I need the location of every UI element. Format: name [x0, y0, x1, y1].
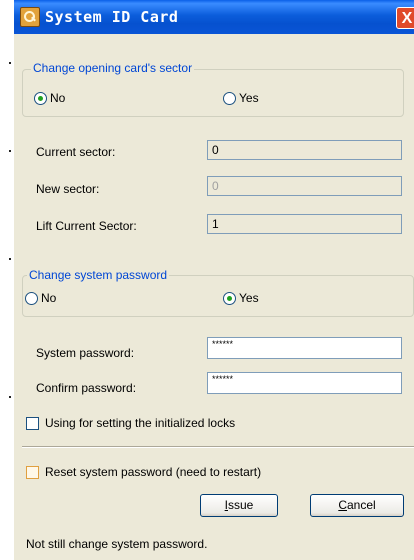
cancel-mnemonic: C	[338, 498, 347, 512]
confirm-password-input[interactable]: ******	[207, 372, 402, 394]
issue-label: ssue	[227, 498, 254, 512]
checkbox-icon	[26, 416, 39, 430]
new-sector-label: New sector:	[36, 182, 100, 196]
sector-yes-label: Yes	[239, 91, 259, 105]
window-title: System ID Card	[45, 8, 179, 26]
checkbox-icon	[26, 465, 39, 479]
background-dot	[9, 150, 11, 152]
status-text: Not still change system password.	[26, 537, 208, 551]
sector-group	[22, 69, 404, 117]
sector-yes-radio[interactable]: Yes	[223, 91, 259, 105]
close-button[interactable]: X	[396, 7, 414, 29]
password-no-label: No	[41, 291, 57, 305]
radio-checked-icon	[34, 91, 47, 105]
lift-current-sector-input[interactable]: 1	[207, 214, 402, 234]
confirm-password-label: Confirm password:	[36, 381, 137, 395]
system-id-card-dialog: System ID Card X Change opening card's s…	[14, 0, 414, 560]
system-password-label: System password:	[36, 346, 135, 360]
sector-group-title: Change opening card's sector	[31, 61, 195, 75]
password-yes-radio[interactable]: Yes	[223, 291, 259, 305]
cancel-label: ancel	[346, 498, 376, 512]
radio-checked-icon	[223, 291, 236, 305]
background-dot	[9, 258, 11, 260]
current-sector-label: Current sector:	[36, 145, 116, 159]
background-dot	[9, 62, 11, 64]
init-locks-checkbox[interactable]: Using for setting the initialized locks	[26, 416, 235, 430]
key-icon	[20, 7, 40, 27]
radio-unchecked-icon	[25, 291, 38, 305]
radio-unchecked-icon	[223, 91, 236, 105]
new-sector-input[interactable]: 0	[207, 176, 402, 196]
background-dot	[9, 396, 11, 398]
init-locks-label: Using for setting the initialized locks	[45, 416, 236, 430]
current-sector-input[interactable]: 0	[207, 140, 402, 160]
password-group-title: Change system password	[27, 268, 170, 282]
password-no-radio[interactable]: No	[25, 291, 56, 305]
password-yes-label: Yes	[239, 291, 259, 305]
lift-current-sector-label: Lift Current Sector:	[36, 219, 137, 233]
reset-password-label: Reset system password (need to restart)	[45, 465, 262, 479]
cancel-button[interactable]: Cancel	[310, 494, 404, 517]
system-password-input[interactable]: ******	[207, 337, 402, 359]
background-strip	[0, 0, 14, 560]
reset-password-checkbox[interactable]: Reset system password (need to restart)	[26, 465, 261, 479]
issue-button[interactable]: Issue	[200, 494, 278, 517]
separator	[22, 446, 414, 448]
sector-no-label: No	[50, 91, 66, 105]
title-bar[interactable]: System ID Card X	[14, 0, 414, 34]
sector-no-radio[interactable]: No	[34, 91, 65, 105]
